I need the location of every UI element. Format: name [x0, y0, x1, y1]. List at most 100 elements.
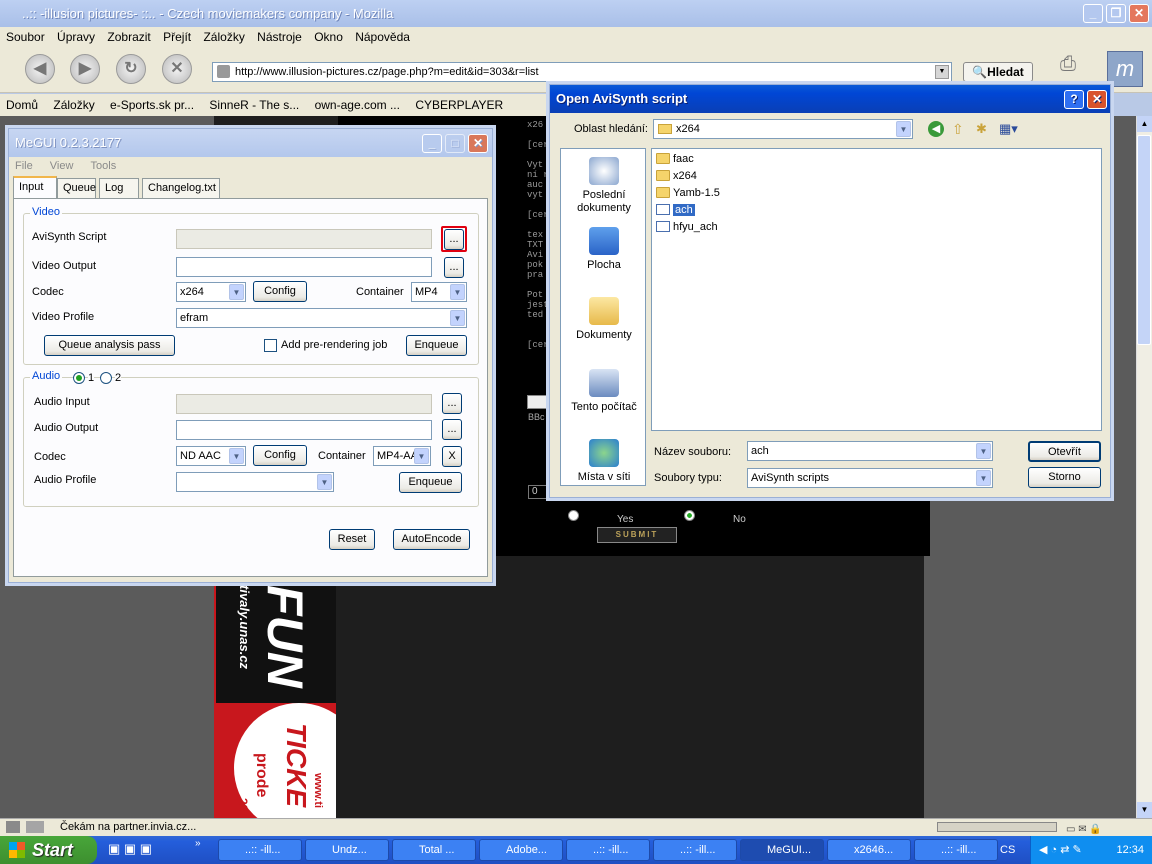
bookmark-cyberplayer[interactable]: CYBERPLAYER — [415, 98, 503, 112]
filetype-select[interactable]: AviSynth scripts ▼ — [747, 468, 993, 488]
close-button[interactable]: ✕ — [1129, 4, 1149, 23]
queue-analysis-button[interactable]: Queue analysis pass — [44, 335, 175, 356]
file-item-yamb[interactable]: Yamb-1.5 — [656, 185, 720, 201]
scroll-down-icon[interactable]: ▼ — [1137, 802, 1152, 818]
open-button[interactable]: Otevřít — [1028, 441, 1101, 462]
task-illusion-2[interactable]: ..:: -ill... — [566, 839, 650, 861]
file-item-faac[interactable]: faac — [656, 151, 694, 167]
video-profile-select[interactable]: efram ▼ — [176, 308, 467, 328]
reset-button[interactable]: Reset — [329, 529, 375, 550]
megui-close-button[interactable]: ✕ — [468, 134, 488, 153]
back-icon[interactable]: ◀ — [928, 121, 944, 137]
yes-radio[interactable] — [568, 510, 579, 521]
megui-menu-file[interactable]: File — [15, 160, 33, 172]
bookmark-esports[interactable]: e-Sports.sk pr... — [110, 98, 194, 112]
menu-prejit[interactable]: Přejít — [163, 30, 191, 44]
menu-nastroje[interactable]: Nástroje — [257, 30, 302, 44]
task-undz[interactable]: Undz... — [305, 839, 389, 861]
scrollbar-thumb[interactable] — [1137, 135, 1151, 345]
place-computer[interactable]: Tento počítač — [561, 369, 647, 414]
filename-input[interactable]: ach ▼ — [747, 441, 993, 461]
cancel-button[interactable]: Storno — [1028, 467, 1101, 488]
url-input[interactable]: http://www.illusion-pictures.cz/page.php… — [212, 62, 952, 82]
audio-codec-select[interactable]: ND AAC ▼ — [176, 446, 246, 466]
place-documents[interactable]: Dokumenty — [561, 297, 647, 342]
audio-output-field[interactable] — [176, 420, 432, 440]
tab-queue[interactable]: Queue — [57, 178, 96, 198]
file-list[interactable]: faac x264 Yamb-1.5 ach hfyu_ach — [651, 148, 1102, 431]
task-megui[interactable]: MeGUI... — [740, 839, 824, 861]
menu-napoveda[interactable]: Nápověda — [355, 30, 410, 44]
bookmark-folder[interactable]: Záložky — [53, 98, 94, 112]
file-item-x264[interactable]: x264 — [656, 168, 697, 184]
view-menu-icon[interactable]: ▦▾ — [999, 121, 1023, 137]
audio-enqueue-button[interactable]: Enqueue — [399, 472, 462, 493]
bookmark-ownage[interactable]: own-age.com ... — [315, 98, 400, 112]
search-button[interactable]: 🔍Hledat — [963, 62, 1033, 82]
file-item-ach[interactable]: ach — [656, 202, 695, 218]
menu-soubor[interactable]: Soubor — [6, 30, 45, 44]
task-illusion-4[interactable]: ..:: -ill... — [914, 839, 998, 861]
print-icon[interactable]: ⎙ — [1060, 53, 1090, 83]
scroll-up-icon[interactable]: ▲ — [1137, 116, 1152, 132]
task-illusion-3[interactable]: ..:: -ill... — [653, 839, 737, 861]
task-x264[interactable]: x2646... — [827, 839, 911, 861]
place-network[interactable]: Místa v síti — [561, 439, 647, 484]
video-output-browse-button[interactable]: ... — [444, 257, 464, 278]
video-config-button[interactable]: Config — [253, 281, 307, 302]
bookmark-home[interactable]: Domů — [6, 98, 38, 112]
lookin-select[interactable]: x264 ▼ — [653, 119, 913, 139]
audio-input-browse-button[interactable]: ... — [442, 393, 462, 414]
video-output-input[interactable] — [176, 257, 432, 277]
prerender-checkbox[interactable] — [264, 339, 277, 352]
status-offline-icon[interactable] — [6, 821, 20, 833]
place-desktop[interactable]: Plocha — [561, 227, 647, 272]
bookmark-sinner[interactable]: SinneR - The s... — [209, 98, 299, 112]
stop-icon[interactable]: ✕ — [162, 54, 192, 84]
task-adobe[interactable]: Adobe... — [479, 839, 563, 861]
place-recent[interactable]: Poslední dokumenty — [561, 157, 647, 215]
tray-icons[interactable]: ◀ ◔ ⇄ ✎ — [1039, 836, 1082, 864]
url-dropdown-icon[interactable]: ▼ — [935, 65, 949, 79]
menu-zalozky[interactable]: Záložky — [203, 30, 244, 44]
menu-okno[interactable]: Okno — [314, 30, 343, 44]
quick-launch-icons[interactable]: ▣ ▣ ▣ — [108, 841, 188, 859]
audio-output-browse-button[interactable]: ... — [442, 419, 462, 440]
megui-maximize-button[interactable]: □ — [445, 134, 465, 153]
help-icon[interactable]: ? — [1064, 90, 1084, 109]
task-total-commander[interactable]: Total ... — [392, 839, 476, 861]
video-codec-select[interactable]: x264 ▼ — [176, 282, 246, 302]
back-icon[interactable]: ◀ — [25, 54, 55, 84]
new-folder-icon[interactable]: ✱ — [976, 121, 992, 137]
forward-icon[interactable]: ▶ — [70, 54, 100, 84]
language-indicator[interactable]: CS — [1000, 836, 1030, 864]
quick-launch-more-icon[interactable]: » — [195, 838, 201, 849]
audio-track-2-radio[interactable] — [100, 372, 112, 384]
autoencode-button[interactable]: AutoEncode — [393, 529, 470, 550]
tab-input[interactable]: Input — [13, 176, 57, 199]
reload-icon[interactable]: ↻ — [116, 54, 146, 84]
tab-log[interactable]: Log — [99, 178, 139, 198]
avisynth-input[interactable] — [176, 229, 432, 249]
dialog-close-button[interactable]: ✕ — [1087, 90, 1107, 109]
tab-changelog[interactable]: Changelog.txt — [142, 178, 220, 198]
menu-zobrazit[interactable]: Zobrazit — [107, 30, 150, 44]
task-illusion-1[interactable]: ..:: -ill... — [218, 839, 302, 861]
ad-banner[interactable]: FUN tivaly.unas.cz TICKE prode www.ti 22 — [214, 583, 336, 818]
audio-config-button[interactable]: Config — [253, 445, 307, 466]
audio-track-1-radio[interactable] — [73, 372, 85, 384]
audio-container-select[interactable]: MP4-AA ▼ — [373, 446, 431, 466]
video-container-select[interactable]: MP4 ▼ — [411, 282, 467, 302]
megui-menu-view[interactable]: View — [50, 160, 74, 172]
audio-input-field[interactable] — [176, 394, 432, 414]
page-submit-button[interactable]: SUBMIT — [597, 527, 677, 543]
no-radio[interactable] — [684, 510, 695, 521]
audio-clear-button[interactable]: X — [442, 446, 462, 467]
restore-button[interactable]: ❐ — [1106, 4, 1126, 23]
megui-menu-tools[interactable]: Tools — [91, 160, 117, 172]
megui-minimize-button[interactable]: _ — [422, 134, 442, 153]
audio-profile-select[interactable]: ▼ — [176, 472, 334, 492]
minimize-button[interactable]: _ — [1083, 4, 1103, 23]
file-item-hfyu-ach[interactable]: hfyu_ach — [656, 219, 718, 235]
video-enqueue-button[interactable]: Enqueue — [406, 335, 467, 356]
